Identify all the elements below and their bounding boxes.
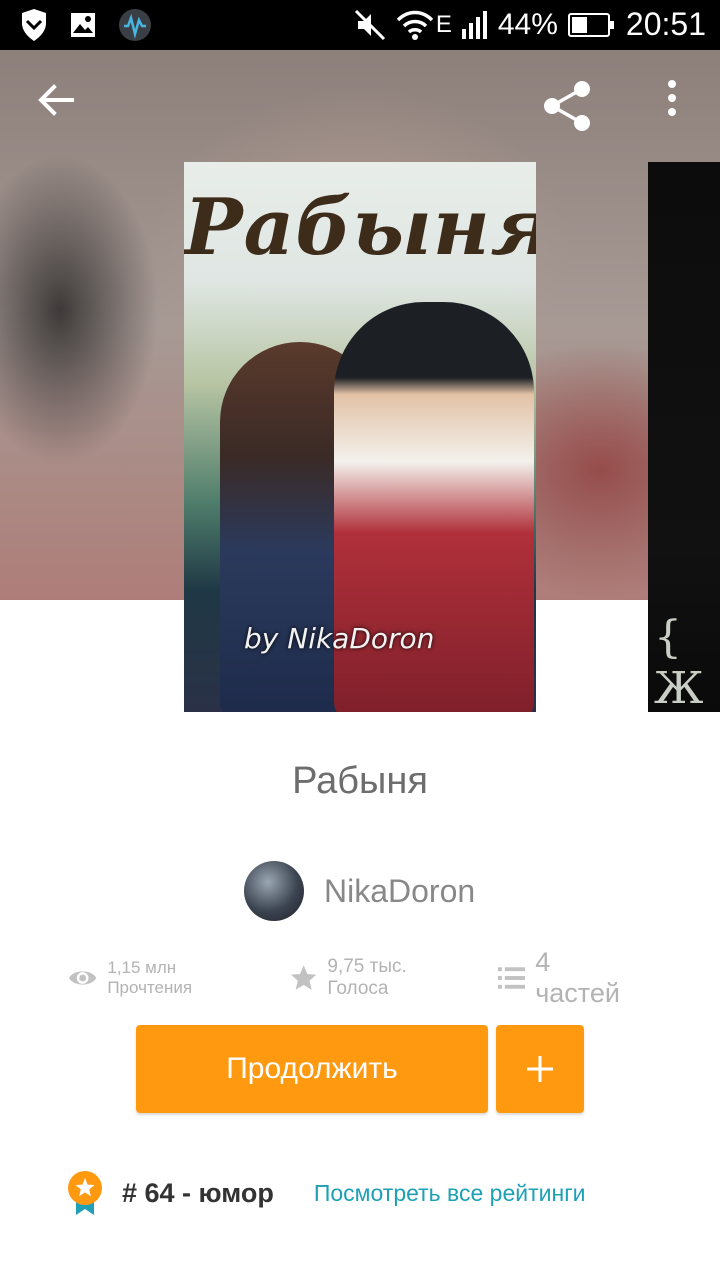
share-button[interactable] [542,80,594,137]
votes-count: 9,75 тыс. Голоса [327,956,407,999]
battery-level-fill [571,16,587,33]
share-icon [544,81,590,131]
votes-stat: 9,75 тыс. Голоса [290,956,470,1000]
parts-count[interactable]: 4 частей [535,947,640,1009]
view-all-rankings-link[interactable]: Посмотреть все рейтинги [314,1180,586,1207]
next-cover-text: { Ж Н [654,612,704,712]
cover-byline: by NikaDoron [244,622,435,655]
eye-icon [68,971,97,985]
gallery-icon [71,13,95,37]
clock: 20:51 [625,6,706,42]
next-story-cover[interactable]: { Ж Н [648,162,720,712]
continue-reading-button[interactable]: Продолжить [136,1025,488,1113]
author-avatar[interactable] [244,861,304,921]
add-to-library-button[interactable] [496,1025,584,1113]
back-button[interactable] [34,78,78,127]
reads-count: 1,15 млн Прочтения [107,958,193,997]
story-title: Рабыня [292,760,428,802]
reads-stat: 1,15 млн Прочтения [68,958,262,998]
battery-icon [567,12,614,37]
mute-icon [354,9,385,40]
wifi-icon [396,10,434,40]
parts-stat[interactable]: 4 частей [497,947,640,1009]
status-bar-left [20,8,152,42]
status-bar: E 44% 20:51 [0,0,720,50]
cover-title-art: Рабыня [184,182,536,273]
ranking-badge-icon [68,1171,102,1215]
continue-button-label: Продолжить [226,1052,398,1085]
signal-icon [461,10,487,39]
list-icon [497,967,526,989]
story-stats: 1,15 млн Прочтения 9,75 тыс. Голоса 4 ча… [68,947,668,1008]
ranking-text: # 64 - юмор [122,1177,274,1208]
star-icon [290,965,317,990]
audio-app-icon [119,9,151,41]
shield-icon [22,9,46,41]
more-options-button[interactable] [662,78,682,123]
battery-percent: 44% [497,7,558,41]
status-bar-right: E 44% 20:51 [354,6,706,43]
author-name[interactable]: NikaDoron [324,873,475,910]
back-arrow-icon [38,84,74,116]
plus-icon [527,1056,553,1082]
story-cover[interactable]: Рабыня by NikaDoron [184,162,536,712]
more-vert-icon [668,80,676,116]
network-type-label: E [435,10,452,38]
ranking-row: # 64 - юмор Посмотреть все рейтинги [66,1168,666,1218]
author-link[interactable]: NikaDoron [244,861,475,921]
